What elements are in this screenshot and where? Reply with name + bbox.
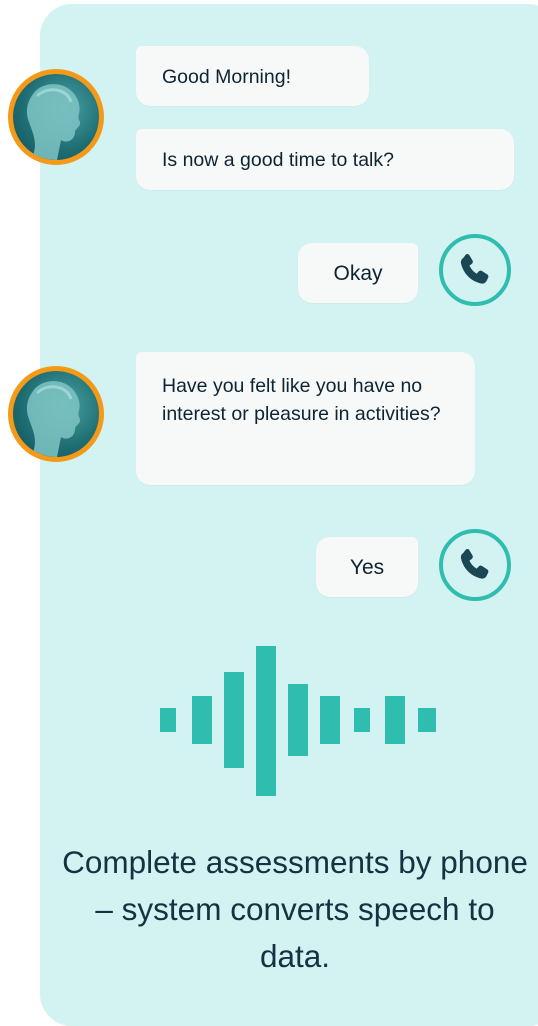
user-reply-okay: Okay: [298, 243, 418, 303]
phone-icon: [439, 234, 511, 306]
user-reply-yes: Yes: [316, 537, 418, 597]
woman-profile-icon: [26, 381, 81, 457]
agent-message-time-check: Is now a good time to talk?: [136, 129, 514, 190]
woman-profile-icon: [26, 84, 81, 160]
agent-avatar: [8, 69, 104, 165]
agent-avatar: [8, 366, 104, 462]
sound-wave-icon: [160, 646, 436, 796]
agent-message-question: Have you felt like you have no interest …: [136, 352, 475, 485]
agent-message-greeting: Good Morning!: [136, 46, 369, 106]
phone-icon: [439, 529, 511, 601]
caption-text: Complete assessments by phone – system c…: [62, 844, 528, 974]
